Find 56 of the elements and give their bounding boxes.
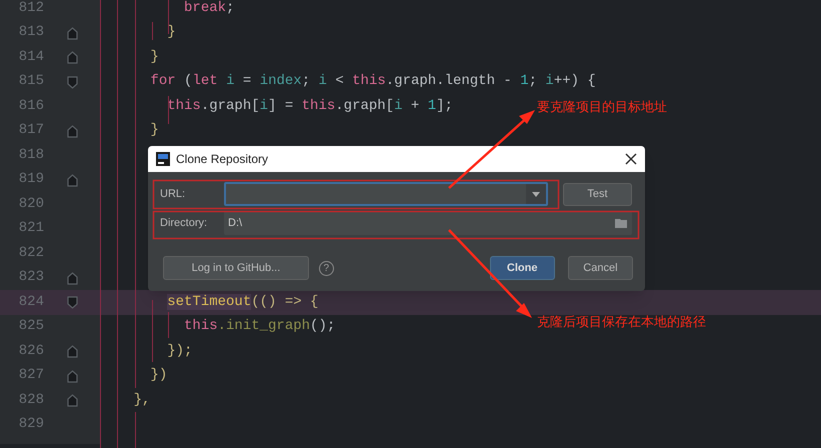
annotation-text: 克隆后项目保存在本地的路径 xyxy=(537,313,706,331)
line-number: 821 xyxy=(18,219,44,238)
fold-icon[interactable] xyxy=(67,296,78,309)
line-number: 829 xyxy=(18,415,44,434)
directory-label: Directory: xyxy=(160,216,208,231)
code-line: }) xyxy=(150,366,168,386)
fold-icon[interactable] xyxy=(67,51,78,64)
fold-icon[interactable] xyxy=(67,76,78,88)
line-number: 828 xyxy=(18,390,44,410)
github-login-button[interactable]: Log in to GitHub... xyxy=(163,256,309,280)
caret-icon xyxy=(532,192,540,196)
code-line: for (let i = index; i < this.graph.length - 1; i++) { xyxy=(150,72,596,92)
app-logo-icon xyxy=(156,152,170,166)
line-number: 814 xyxy=(18,48,44,67)
dialog-title: Clone Repository xyxy=(176,151,270,168)
code-line: }); xyxy=(167,342,192,361)
code-line: } xyxy=(150,121,159,140)
code-line: }, xyxy=(134,390,150,410)
line-number: 819 xyxy=(18,170,44,190)
help-button[interactable]: ? xyxy=(318,260,334,276)
line-number: 822 xyxy=(18,244,44,263)
code-line: break; xyxy=(184,0,234,18)
line-number: 824 xyxy=(18,292,44,312)
fold-icon[interactable] xyxy=(67,345,78,358)
url-label: URL: xyxy=(160,186,186,202)
code-line: this.graph[i] = this.graph[i + 1]; xyxy=(167,96,453,116)
code-line: } xyxy=(150,48,159,67)
clone-button[interactable]: Clone xyxy=(490,256,555,280)
close-icon[interactable] xyxy=(625,153,637,165)
line-number: 825 xyxy=(18,317,44,336)
fold-icon[interactable] xyxy=(67,272,78,284)
line-number: 812 xyxy=(18,0,44,18)
line-number: 813 xyxy=(18,23,44,42)
code-line: setTimeout(() => { xyxy=(167,292,318,312)
fold-icon[interactable] xyxy=(67,26,78,40)
line-number: 827 xyxy=(18,366,44,386)
fold-icon[interactable] xyxy=(67,394,78,407)
line-number: 826 xyxy=(18,342,44,361)
directory-field[interactable]: D:\ xyxy=(224,211,632,235)
code-line: } xyxy=(167,23,176,42)
fold-icon[interactable] xyxy=(67,370,78,382)
line-number: 817 xyxy=(18,121,44,140)
annotation-text: 要克隆项目的目标地址 xyxy=(537,98,667,116)
line-number: 816 xyxy=(18,96,44,116)
cancel-button[interactable]: Cancel xyxy=(568,256,634,280)
url-field[interactable] xyxy=(224,182,548,206)
folder-icon[interactable] xyxy=(615,218,628,228)
test-button[interactable]: Test xyxy=(563,182,632,206)
line-number: 820 xyxy=(18,194,44,214)
dropdown-button[interactable] xyxy=(526,184,546,204)
fold-icon[interactable] xyxy=(67,174,78,186)
code-line: this.init_graph(); xyxy=(184,317,336,336)
line-number: 818 xyxy=(18,146,44,165)
fold-icon[interactable] xyxy=(67,124,78,138)
line-number: 815 xyxy=(18,72,44,92)
line-number: 823 xyxy=(18,268,44,288)
